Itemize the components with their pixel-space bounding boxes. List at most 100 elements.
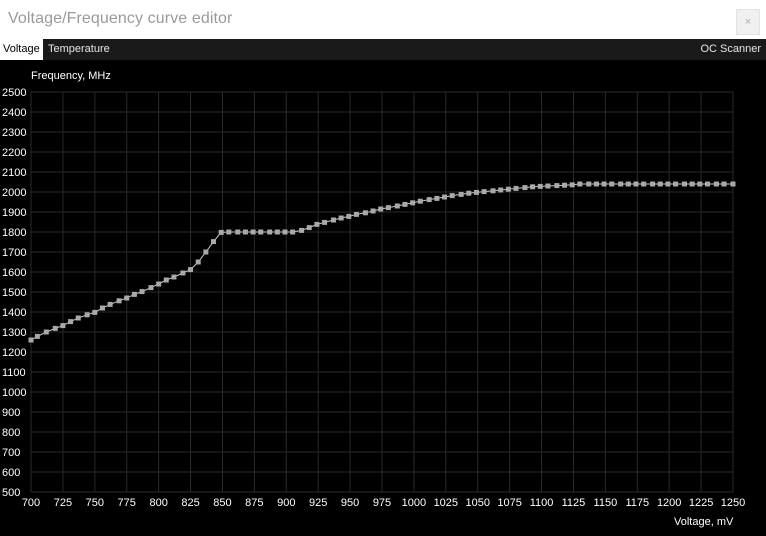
curve-point[interactable] (449, 193, 455, 199)
curve-point[interactable] (218, 229, 224, 235)
curve-point[interactable] (554, 183, 560, 189)
curve-point[interactable] (505, 186, 511, 192)
curve-point[interactable] (498, 187, 504, 193)
curve-point[interactable] (242, 229, 248, 235)
curve-point[interactable] (28, 337, 34, 343)
curve-point[interactable] (490, 188, 496, 194)
curve-point[interactable] (60, 323, 66, 329)
curve-point[interactable] (641, 181, 647, 187)
curve-point[interactable] (99, 305, 105, 311)
curve-point[interactable] (394, 203, 400, 209)
curve-point[interactable] (410, 200, 416, 206)
curve-point[interactable] (513, 185, 519, 191)
curve-point[interactable] (704, 181, 710, 187)
y-tick-label: 1000 (2, 387, 26, 399)
curve-point[interactable] (657, 181, 663, 187)
curve-point[interactable] (378, 206, 384, 212)
curve-point[interactable] (180, 270, 186, 276)
curve-point[interactable] (131, 291, 137, 297)
vf-curve-chart[interactable]: 500 600 700 800 900 1000 1100 1200 1300 1400 1500 1… (0, 60, 766, 531)
curve-point[interactable] (434, 195, 440, 201)
curve-point[interactable] (274, 229, 280, 235)
curve-point[interactable] (267, 229, 273, 235)
curve-point[interactable] (211, 239, 217, 245)
curve-point[interactable] (618, 181, 624, 187)
oc-scanner-button[interactable]: OC Scanner (700, 39, 761, 60)
y-tick-label: 2200 (2, 147, 26, 159)
curve-point[interactable] (650, 181, 656, 187)
curve-point[interactable] (258, 229, 264, 235)
curve-point[interactable] (322, 219, 328, 225)
curve-point[interactable] (537, 183, 543, 189)
curve-point[interactable] (52, 325, 58, 331)
x-tick-label: 900 (277, 497, 295, 509)
curve-point[interactable] (124, 295, 130, 301)
curve-point[interactable] (601, 181, 607, 187)
curve-point[interactable] (43, 329, 49, 335)
curve-point[interactable] (299, 227, 305, 233)
curve-point[interactable] (442, 194, 448, 200)
curve-point[interactable] (385, 205, 391, 211)
curve-point[interactable] (473, 189, 479, 195)
x-tick-label: 1175 (625, 497, 649, 509)
curve-point[interactable] (713, 181, 719, 187)
curve-point[interactable] (530, 184, 536, 190)
curve-point[interactable] (673, 181, 679, 187)
curve-point[interactable] (721, 181, 727, 187)
curve-point[interactable] (625, 181, 631, 187)
curve-point[interactable] (107, 301, 113, 307)
y-tick-label: 1400 (2, 307, 26, 319)
curve-point[interactable] (92, 309, 98, 315)
close-button[interactable]: × (736, 9, 760, 35)
curve-point[interactable] (562, 182, 568, 188)
curve-point[interactable] (353, 211, 359, 217)
curve-point[interactable] (417, 198, 423, 204)
curve-point[interactable] (282, 229, 288, 235)
curve-point[interactable] (697, 181, 703, 187)
curve-point[interactable] (306, 225, 312, 231)
curve-point[interactable] (68, 319, 74, 325)
curve-point[interactable] (290, 229, 296, 235)
curve-point[interactable] (545, 183, 551, 189)
curve-point[interactable] (402, 201, 408, 207)
curve-point[interactable] (681, 181, 687, 187)
curve-point[interactable] (458, 191, 464, 197)
curve-point[interactable] (586, 181, 592, 187)
curve-point[interactable] (75, 315, 81, 321)
curve-point[interactable] (156, 281, 162, 287)
curve-point[interactable] (633, 181, 639, 187)
curve-point[interactable] (314, 221, 320, 227)
curve-point[interactable] (426, 197, 432, 203)
curve-point[interactable] (84, 312, 90, 318)
curve-point[interactable] (370, 208, 376, 214)
curve-point[interactable] (139, 289, 145, 295)
tab-voltage[interactable]: Voltage (0, 39, 43, 60)
curve-point[interactable] (609, 181, 615, 187)
curve-point[interactable] (522, 185, 528, 191)
curve-point[interactable] (569, 182, 575, 188)
curve-point[interactable] (330, 217, 336, 223)
curve-point[interactable] (226, 229, 232, 235)
curve-point[interactable] (116, 298, 122, 304)
curve-point[interactable] (362, 210, 368, 216)
curve-point[interactable] (593, 181, 599, 187)
curve-point[interactable] (148, 285, 154, 291)
y-tick-label: 1300 (2, 327, 26, 339)
curve-point[interactable] (34, 333, 40, 339)
curve-point[interactable] (665, 181, 671, 187)
curve-point[interactable] (163, 277, 169, 283)
tab-temperature[interactable]: Temperature (45, 39, 113, 60)
curve-point[interactable] (235, 229, 241, 235)
curve-point[interactable] (577, 181, 583, 187)
curve-point[interactable] (250, 229, 256, 235)
curve-point[interactable] (195, 259, 201, 265)
curve-point[interactable] (171, 274, 177, 280)
curve-point[interactable] (203, 249, 209, 255)
curve-point[interactable] (338, 215, 344, 221)
curve-point[interactable] (689, 181, 695, 187)
curve-point[interactable] (481, 189, 487, 195)
curve-point[interactable] (466, 190, 472, 196)
curve-point[interactable] (188, 267, 194, 273)
curve-point[interactable] (730, 181, 736, 187)
curve-point[interactable] (346, 213, 352, 219)
